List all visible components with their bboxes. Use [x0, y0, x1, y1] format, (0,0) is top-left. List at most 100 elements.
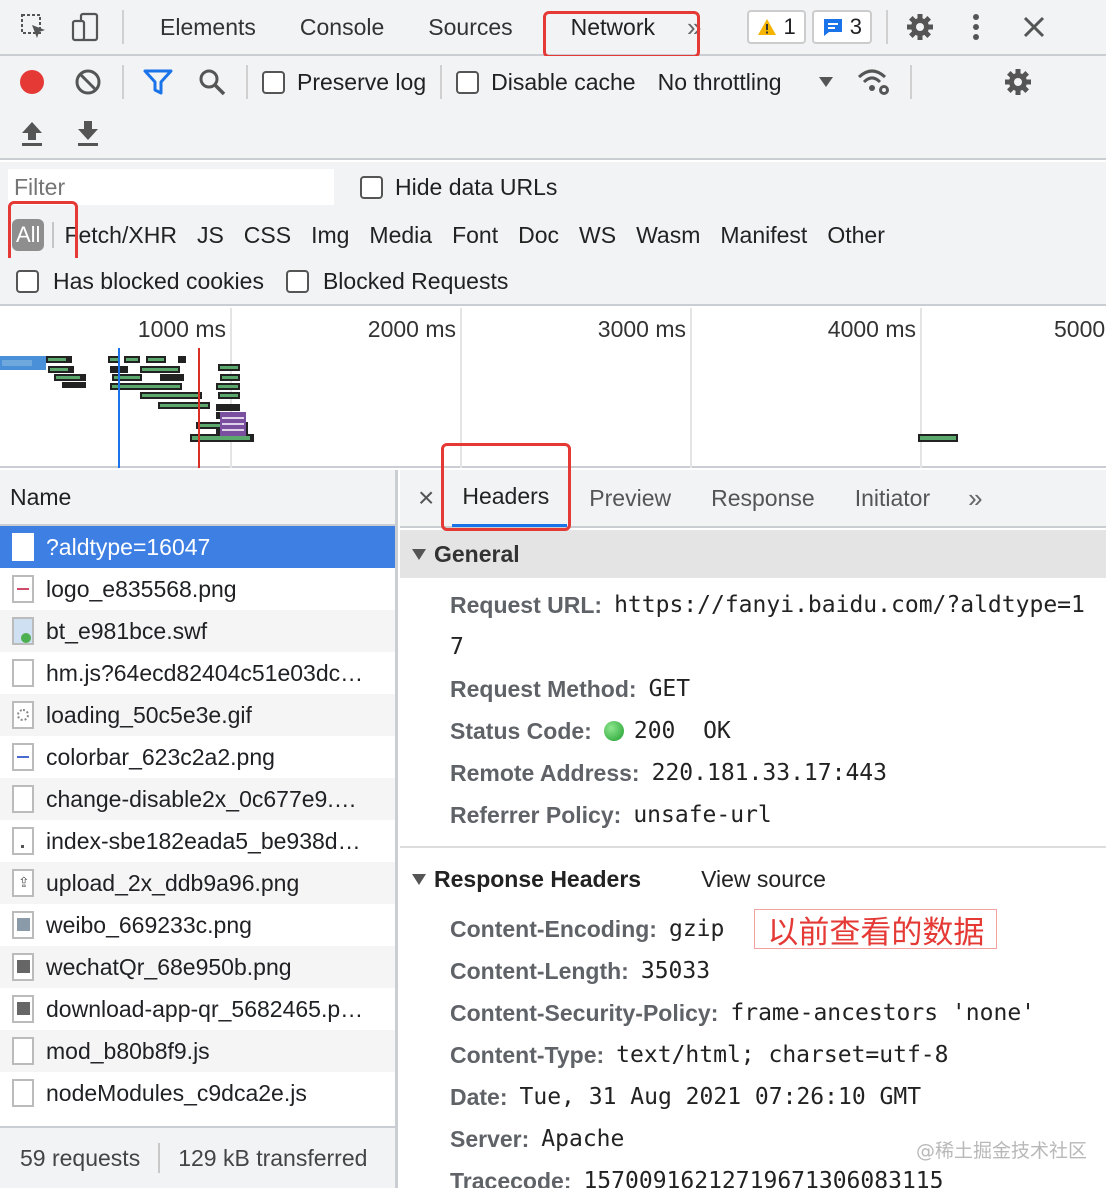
messages-counter[interactable]: 3 [811, 10, 872, 44]
image-file-icon [12, 743, 34, 771]
qr-image-icon [12, 995, 34, 1023]
close-devtools-icon[interactable] [1016, 9, 1052, 45]
close-detail-icon[interactable]: × [400, 482, 452, 514]
type-filter-separator [52, 222, 55, 248]
response-header-row: Date: Tue, 31 Aug 2021 07:26:10 GMT [400, 1076, 1106, 1118]
request-row[interactable]: download-app-qr_5682465.p… [0, 988, 395, 1030]
name-column-header[interactable]: Name [0, 470, 395, 526]
request-name: nodeModules_c9dca2e.js [46, 1079, 307, 1106]
section-divider [400, 846, 1106, 848]
request-detail-panel: × Headers Preview Response Initiator » G… [400, 470, 1106, 1188]
network-overview-timeline[interactable]: 1000 ms 2000 ms 3000 ms 4000 ms 5000 [0, 308, 1106, 468]
message-icon [823, 19, 842, 36]
request-row[interactable]: bt_e981bce.swf [0, 610, 395, 652]
export-har-icon[interactable] [68, 113, 108, 153]
type-filter-other[interactable]: Other [817, 222, 895, 249]
type-filter-wasm[interactable]: Wasm [626, 222, 710, 249]
expand-triangle-icon [412, 548, 426, 560]
request-row[interactable]: mod_b80b8f9.js [0, 1030, 395, 1072]
type-filter-doc[interactable]: Doc [508, 222, 569, 249]
type-filter-all[interactable]: All [12, 219, 45, 251]
request-row[interactable]: nodeModules_c9dca2e.js [0, 1072, 395, 1114]
response-headers-section-header[interactable]: Response Headers View source [400, 854, 1106, 904]
kebab-menu-icon[interactable] [958, 9, 994, 45]
timeline-waterfall-bars [0, 348, 958, 468]
tab-response[interactable]: Response [691, 469, 835, 527]
request-method-key: Request Method: [450, 675, 637, 702]
request-list-panel: Name ?aldtype=16047 logo_e835568.png bt_… [0, 470, 398, 1188]
upload-image-icon: ⇪ [12, 869, 34, 897]
network-settings-gear-icon[interactable] [1000, 64, 1036, 100]
record-icon[interactable] [12, 62, 52, 102]
status-code-value: 200 OK [633, 718, 731, 744]
throttling-select[interactable]: No throttling [658, 69, 834, 96]
blocked-requests-checkbox[interactable] [285, 269, 309, 293]
hide-data-urls-checkbox[interactable] [360, 175, 383, 199]
request-row[interactable]: change-disable2x_0c677e9.… [0, 778, 395, 820]
detail-tabs: × Headers Preview Response Initiator » [400, 470, 1106, 528]
request-name: mod_b80b8f9.js [46, 1037, 210, 1064]
type-filter-css[interactable]: CSS [234, 222, 301, 249]
request-row[interactable]: colorbar_623c2a2.png [0, 736, 395, 778]
filter-input[interactable] [8, 169, 334, 205]
request-row[interactable]: hm.js?64ecd82404c51e03dc… [0, 652, 395, 694]
more-tabs-icon[interactable]: » [687, 12, 701, 43]
loading-gif-icon [12, 701, 34, 729]
disable-cache-checkbox[interactable] [456, 70, 480, 94]
request-name: weibo_669233c.png [46, 911, 252, 938]
general-title: General [434, 540, 520, 567]
type-filter-manifest[interactable]: Manifest [710, 222, 817, 249]
import-export-toolbar [0, 108, 1106, 160]
type-filter-js[interactable]: JS [187, 222, 234, 249]
settings-gear-icon[interactable] [902, 9, 938, 45]
filter-funnel-icon[interactable] [138, 62, 178, 102]
type-filter-media[interactable]: Media [359, 222, 442, 249]
request-row[interactable]: ?aldtype=16047 [0, 526, 395, 568]
view-source-link[interactable]: View source [701, 866, 826, 893]
request-row[interactable]: loading_50c5e3e.gif [0, 694, 395, 736]
tab-sources[interactable]: Sources [406, 14, 534, 41]
tab-preview[interactable]: Preview [567, 469, 691, 527]
type-filter-img[interactable]: Img [301, 222, 359, 249]
device-toolbar-icon[interactable] [64, 5, 108, 49]
type-filter-fetch-xhr[interactable]: Fetch/XHR [64, 222, 186, 249]
more-detail-tabs-icon[interactable]: » [968, 483, 982, 514]
request-row[interactable]: wechatQr_68e950b.png [0, 946, 395, 988]
tab-elements[interactable]: Elements [138, 14, 278, 41]
import-har-icon[interactable] [12, 113, 52, 153]
type-filter-font[interactable]: Font [442, 222, 508, 249]
request-url-row: Request URL: https://fanyi.baidu.com/?al… [400, 584, 1106, 626]
network-conditions-icon[interactable] [852, 62, 896, 102]
has-blocked-cookies-checkbox[interactable] [16, 269, 39, 293]
tab-initiator[interactable]: Initiator [835, 469, 950, 527]
search-icon[interactable] [192, 62, 232, 102]
toolbar-separator [122, 10, 124, 44]
filter-row: Hide data URLs [0, 162, 1106, 212]
blocked-filters-row: Has blocked cookies Blocked Requests [0, 258, 1106, 306]
request-row[interactable]: logo_e835568.png [0, 568, 395, 610]
general-section-header[interactable]: General [400, 530, 1106, 578]
response-header-key: Content-Length: [450, 957, 629, 984]
response-header-value: 35033 [640, 958, 711, 984]
request-row[interactable]: ⇪ upload_2x_ddb9a96.png [0, 862, 395, 904]
request-row[interactable]: weibo_669233c.png [0, 904, 395, 946]
tab-network[interactable]: Network [535, 14, 683, 41]
toolbar-separator [246, 65, 248, 99]
throttling-value: No throttling [657, 68, 782, 95]
disable-cache-label: Disable cache [491, 68, 636, 95]
network-toolbar: Preserve log Disable cache No throttling [0, 56, 1106, 108]
response-header-key: Content-Type: [450, 1041, 605, 1068]
referrer-policy-row: Referrer Policy: unsafe-url [400, 794, 1106, 836]
preserve-log-checkbox[interactable] [262, 70, 285, 94]
tab-console[interactable]: Console [278, 14, 406, 41]
request-row[interactable]: index-sbe182eada5_be938d… [0, 820, 395, 862]
watermark: @稀土掘金技术社区 [916, 1140, 1088, 1162]
status-code-row: Status Code: 200 OK [400, 710, 1106, 752]
warnings-counter[interactable]: 1 [747, 10, 806, 44]
inspect-element-icon[interactable] [12, 5, 56, 49]
image-file-icon [12, 827, 34, 855]
response-header-value: Apache [541, 1126, 625, 1152]
type-filter-ws[interactable]: WS [569, 222, 626, 249]
clear-icon[interactable] [68, 62, 108, 102]
tab-headers[interactable]: Headers [452, 469, 568, 527]
